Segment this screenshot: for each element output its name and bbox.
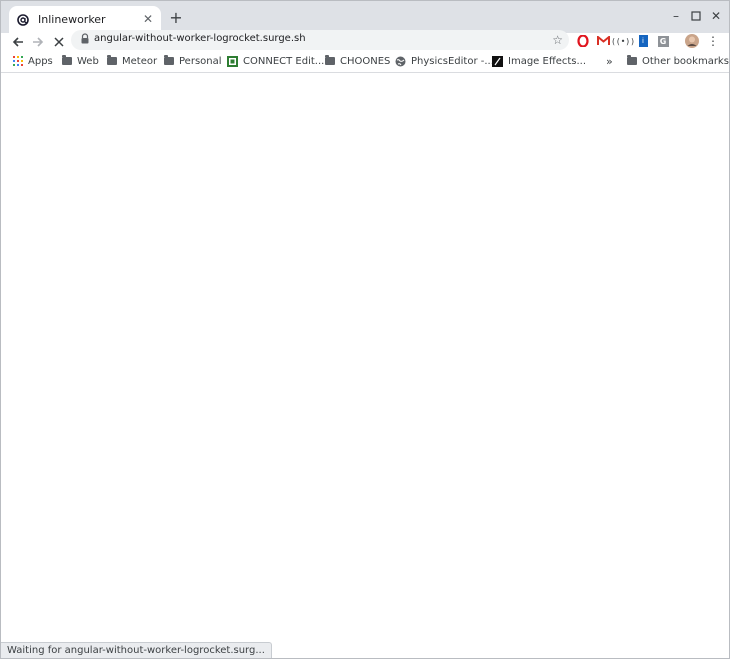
bookmark-label: Apps bbox=[28, 55, 53, 67]
new-tab-plus-icon[interactable]: + bbox=[167, 9, 185, 27]
image-effects-site-icon bbox=[492, 55, 503, 67]
bookmark-label: Image Effects... bbox=[508, 55, 587, 67]
folder-icon bbox=[61, 55, 72, 67]
bookmark-star-icon[interactable]: ☆ bbox=[552, 31, 563, 49]
close-window-icon[interactable]: ✕ bbox=[706, 6, 726, 26]
bookmark-label: Web bbox=[77, 55, 99, 67]
globe-icon bbox=[395, 56, 406, 67]
bookmarks-overflow-label: » bbox=[606, 54, 613, 68]
bookmark-image-effects[interactable]: Image Effects... bbox=[492, 53, 586, 69]
bookmark-label: CONNECT Edit... bbox=[243, 55, 325, 67]
folder-icon bbox=[163, 55, 174, 67]
minimize-icon[interactable]: – bbox=[666, 6, 686, 26]
stop-loading-icon[interactable] bbox=[50, 33, 68, 51]
page-content[interactable]: Waiting for angular-without-worker-logro… bbox=[1, 73, 729, 658]
folder-icon bbox=[324, 55, 335, 67]
folder-icon bbox=[626, 55, 637, 67]
connect-site-icon bbox=[227, 55, 238, 67]
grammarly-icon[interactable]: G bbox=[655, 33, 671, 49]
bookmark-connect[interactable]: CONNECT Edit... bbox=[227, 53, 324, 69]
tab-close-icon[interactable]: ✕ bbox=[141, 12, 155, 26]
bookmarks-bar: Apps Web Meteor Personal CONNECT Edit...… bbox=[1, 51, 729, 73]
kebab-menu-icon[interactable]: ⋮ bbox=[705, 33, 721, 49]
bookmark-apps[interactable]: Apps bbox=[12, 53, 53, 69]
bookmark-label: Personal bbox=[179, 55, 222, 67]
bookmark-label: CHOONES bbox=[340, 55, 391, 67]
address-bar[interactable]: angular-without-worker-logrocket.surge.s… bbox=[71, 30, 569, 50]
bookmark-meteor[interactable]: Meteor bbox=[106, 53, 157, 69]
blue-badge-icon[interactable]: i bbox=[635, 33, 651, 49]
other-bookmarks-label: Other bookmarks bbox=[642, 55, 729, 67]
bookmark-web[interactable]: Web bbox=[61, 53, 99, 69]
status-text: Waiting for angular-without-worker-logro… bbox=[7, 645, 265, 656]
lock-icon[interactable] bbox=[80, 33, 90, 47]
toolbar: angular-without-worker-logrocket.surge.s… bbox=[1, 30, 729, 51]
at-sign-favicon-icon bbox=[17, 13, 29, 26]
folder-icon bbox=[106, 55, 117, 67]
opera-icon[interactable] bbox=[575, 33, 591, 49]
status-bubble: Waiting for angular-without-worker-logro… bbox=[1, 642, 272, 658]
tab-title: Inlineworker bbox=[38, 13, 106, 26]
browser-window: Inlineworker ✕ + – ✕ angular-without-wor… bbox=[0, 0, 730, 659]
bookmarks-overflow-chevron[interactable]: » bbox=[606, 53, 613, 69]
url-text[interactable]: angular-without-worker-logrocket.surge.s… bbox=[94, 33, 306, 44]
bookmark-label: Meteor bbox=[122, 55, 158, 67]
bookmark-other[interactable]: Other bookmarks bbox=[626, 53, 729, 69]
tab-inlineworker[interactable]: Inlineworker ✕ bbox=[9, 6, 161, 33]
tab-strip: Inlineworker ✕ + – ✕ bbox=[1, 1, 729, 33]
back-arrow-icon[interactable] bbox=[9, 33, 27, 51]
forward-arrow-icon[interactable] bbox=[29, 33, 47, 51]
profile-avatar-icon[interactable] bbox=[684, 33, 700, 49]
bookmark-physicseditor[interactable]: PhysicsEditor -... bbox=[395, 53, 494, 69]
radio-signal-icon[interactable]: ((•)) bbox=[611, 33, 635, 49]
apps-grid-icon bbox=[12, 56, 23, 67]
gmail-icon[interactable] bbox=[595, 33, 611, 49]
maximize-icon[interactable] bbox=[686, 6, 706, 26]
bookmark-choones[interactable]: CHOONES bbox=[324, 53, 390, 69]
bookmark-label: PhysicsEditor -... bbox=[411, 55, 494, 67]
bookmark-personal[interactable]: Personal bbox=[163, 53, 222, 69]
